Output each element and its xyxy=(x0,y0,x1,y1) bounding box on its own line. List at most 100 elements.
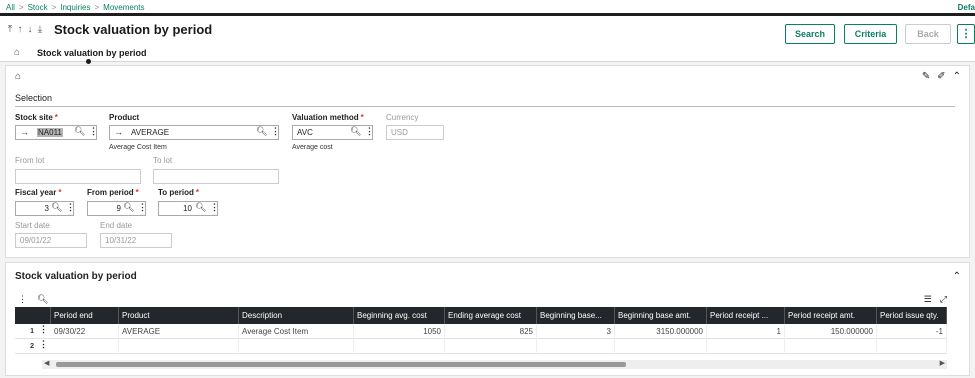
grid-toolbar: ⋮ 🔍︎ xyxy=(18,294,58,305)
pin-icon[interactable]: ✎ xyxy=(922,71,930,82)
table-row[interactable]: 2 ⋮ xyxy=(15,339,947,354)
breadcrumb-movements[interactable]: Movements xyxy=(103,3,144,12)
row-number: 1 xyxy=(30,328,34,335)
product-field[interactable]: → AVERAGE 🔍︎ ⋮ xyxy=(109,125,280,140)
more-icon[interactable]: ⋮ xyxy=(89,126,98,137)
table-row[interactable]: 1 ⋮ 09/30/22 AVERAGE Average Cost Item 1… xyxy=(15,324,947,339)
layers-icon[interactable]: ☰ xyxy=(924,294,932,305)
table-cell[interactable]: 09/30/22 xyxy=(51,324,119,339)
start-date-field: 09/01/22 xyxy=(15,233,87,248)
search-icon[interactable]: 🔍︎ xyxy=(37,294,48,305)
search-icon[interactable]: 🔍︎ xyxy=(195,202,206,213)
column-header[interactable]: Ending average cost xyxy=(445,307,537,324)
row-number: 2 xyxy=(30,343,34,350)
horizontal-scrollbar[interactable]: ◀ ▶ xyxy=(42,360,947,369)
more-icon[interactable]: ⋮ xyxy=(210,202,219,213)
table-cell[interactable]: 3150.000000 xyxy=(615,324,707,339)
previous-record-icon[interactable]: ↑ xyxy=(16,24,26,35)
end-date-value: 10/31/22 xyxy=(105,236,137,245)
column-header[interactable]: Period end xyxy=(51,307,119,324)
table-cell[interactable]: AVERAGE xyxy=(119,324,239,339)
chevron-up-icon[interactable]: ⌃ xyxy=(953,71,961,82)
next-record-icon[interactable]: ↓ xyxy=(26,24,36,35)
table-cell[interactable] xyxy=(877,339,947,354)
back-button[interactable]: Back xyxy=(905,24,951,44)
more-icon[interactable]: ⋮ xyxy=(18,294,27,305)
table-cell[interactable] xyxy=(119,339,239,354)
row-actions-icon[interactable]: ⋮ xyxy=(39,339,48,350)
page-header: ⤒ ↑ ↓ ⤓ Stock valuation by period Search Cr… xyxy=(0,16,975,64)
scrollbar-thumb[interactable] xyxy=(56,362,626,367)
column-header[interactable]: Beginning avg. cost xyxy=(354,307,445,324)
table-cell[interactable] xyxy=(615,339,707,354)
column-header[interactable]: Period issue qty. xyxy=(877,307,947,324)
row-actions-icon[interactable]: ⋮ xyxy=(39,324,48,335)
edit-icon[interactable]: ✐ xyxy=(937,71,945,82)
table-cell[interactable] xyxy=(239,339,354,354)
grid-toolbar-right: ☰ ⤢ xyxy=(916,294,947,305)
stock-site-label: Stock site * xyxy=(15,113,58,122)
expand-icon[interactable]: ⤢ xyxy=(940,294,947,305)
table-cell[interactable]: Average Cost Item xyxy=(239,324,354,339)
search-icon[interactable]: 🔍︎ xyxy=(350,126,361,137)
criteria-button[interactable]: Criteria xyxy=(844,24,897,44)
breadcrumb-all[interactable]: All xyxy=(6,3,15,12)
chevron-up-icon[interactable]: ⌃ xyxy=(953,271,961,282)
home-icon[interactable]: ⌂ xyxy=(15,71,21,82)
to-period-field[interactable]: 10 🔍︎ ⋮ xyxy=(158,201,219,216)
first-record-icon[interactable]: ⤒ xyxy=(6,24,16,35)
home-icon[interactable]: ⌂ xyxy=(14,47,20,58)
product-label: Product xyxy=(109,113,140,122)
product-description: Average Cost Item xyxy=(109,144,167,151)
valuation-method-description: Average cost xyxy=(292,144,333,151)
end-date-label: End date xyxy=(100,221,133,230)
user-menu-label[interactable]: Defa xyxy=(958,3,975,12)
table-cell[interactable] xyxy=(354,339,445,354)
search-icon[interactable]: 🔍︎ xyxy=(256,126,267,137)
table-cell[interactable]: 3 xyxy=(537,324,615,339)
stock-site-value: NA011 xyxy=(37,128,63,137)
column-header[interactable]: Beginning base... xyxy=(537,307,615,324)
table-cell[interactable]: 1050 xyxy=(354,324,445,339)
column-header[interactable]: Period receipt ... xyxy=(707,307,785,324)
valuation-method-field[interactable]: AVC 🔍︎ ⋮ xyxy=(292,125,374,140)
search-icon[interactable]: 🔍︎ xyxy=(74,126,85,137)
table-cell[interactable] xyxy=(785,339,877,354)
record-navigation: ⤒ ↑ ↓ ⤓ xyxy=(6,24,46,35)
breadcrumb-inquiries[interactable]: Inquiries xyxy=(60,3,90,12)
table-cell[interactable]: 825 xyxy=(445,324,537,339)
from-period-label: From period * xyxy=(87,188,139,197)
more-icon[interactable]: ⋮ xyxy=(138,202,147,213)
link-arrow-icon[interactable]: → xyxy=(114,127,123,137)
table-cell[interactable]: -1 xyxy=(877,324,947,339)
valuation-method-label: Valuation method * xyxy=(292,113,364,122)
table-cell[interactable]: 150.000000 xyxy=(785,324,877,339)
link-arrow-icon[interactable]: → xyxy=(20,127,29,137)
column-header[interactable]: Product xyxy=(119,307,239,324)
fiscal-year-field[interactable]: 3 🔍︎ ⋮ xyxy=(15,201,75,216)
search-icon[interactable]: 🔍︎ xyxy=(51,202,62,213)
table-cell[interactable] xyxy=(51,339,119,354)
column-header[interactable]: Period receipt amt. xyxy=(785,307,877,324)
tab-stock-valuation[interactable]: Stock valuation by period xyxy=(37,48,147,58)
table-cell[interactable] xyxy=(707,339,785,354)
panel-tools: ✎ ✐ ⌃ xyxy=(915,71,961,82)
more-icon[interactable]: ⋮ xyxy=(66,202,75,213)
more-icon[interactable]: ⋮ xyxy=(365,126,374,137)
more-icon[interactable]: ⋮ xyxy=(271,126,280,137)
scroll-left-icon[interactable]: ◀ xyxy=(44,359,49,367)
scroll-right-icon[interactable]: ▶ xyxy=(940,359,945,367)
table-cell[interactable] xyxy=(445,339,537,354)
stock-site-field[interactable]: → NA011 🔍︎ ⋮ xyxy=(15,125,98,140)
search-icon[interactable]: 🔍︎ xyxy=(123,202,134,213)
breadcrumb-stock[interactable]: Stock xyxy=(28,3,48,12)
valuation-method-value: AVC xyxy=(297,128,313,137)
column-header[interactable]: Beginning base amt. xyxy=(615,307,707,324)
from-period-field[interactable]: 9 🔍︎ ⋮ xyxy=(87,201,147,216)
column-header[interactable]: Description xyxy=(239,307,354,324)
search-button[interactable]: Search xyxy=(785,24,835,44)
table-cell[interactable]: 1 xyxy=(707,324,785,339)
more-actions-icon[interactable]: ⋮ xyxy=(957,24,975,44)
last-record-icon[interactable]: ⤓ xyxy=(36,24,46,35)
table-cell[interactable] xyxy=(537,339,615,354)
